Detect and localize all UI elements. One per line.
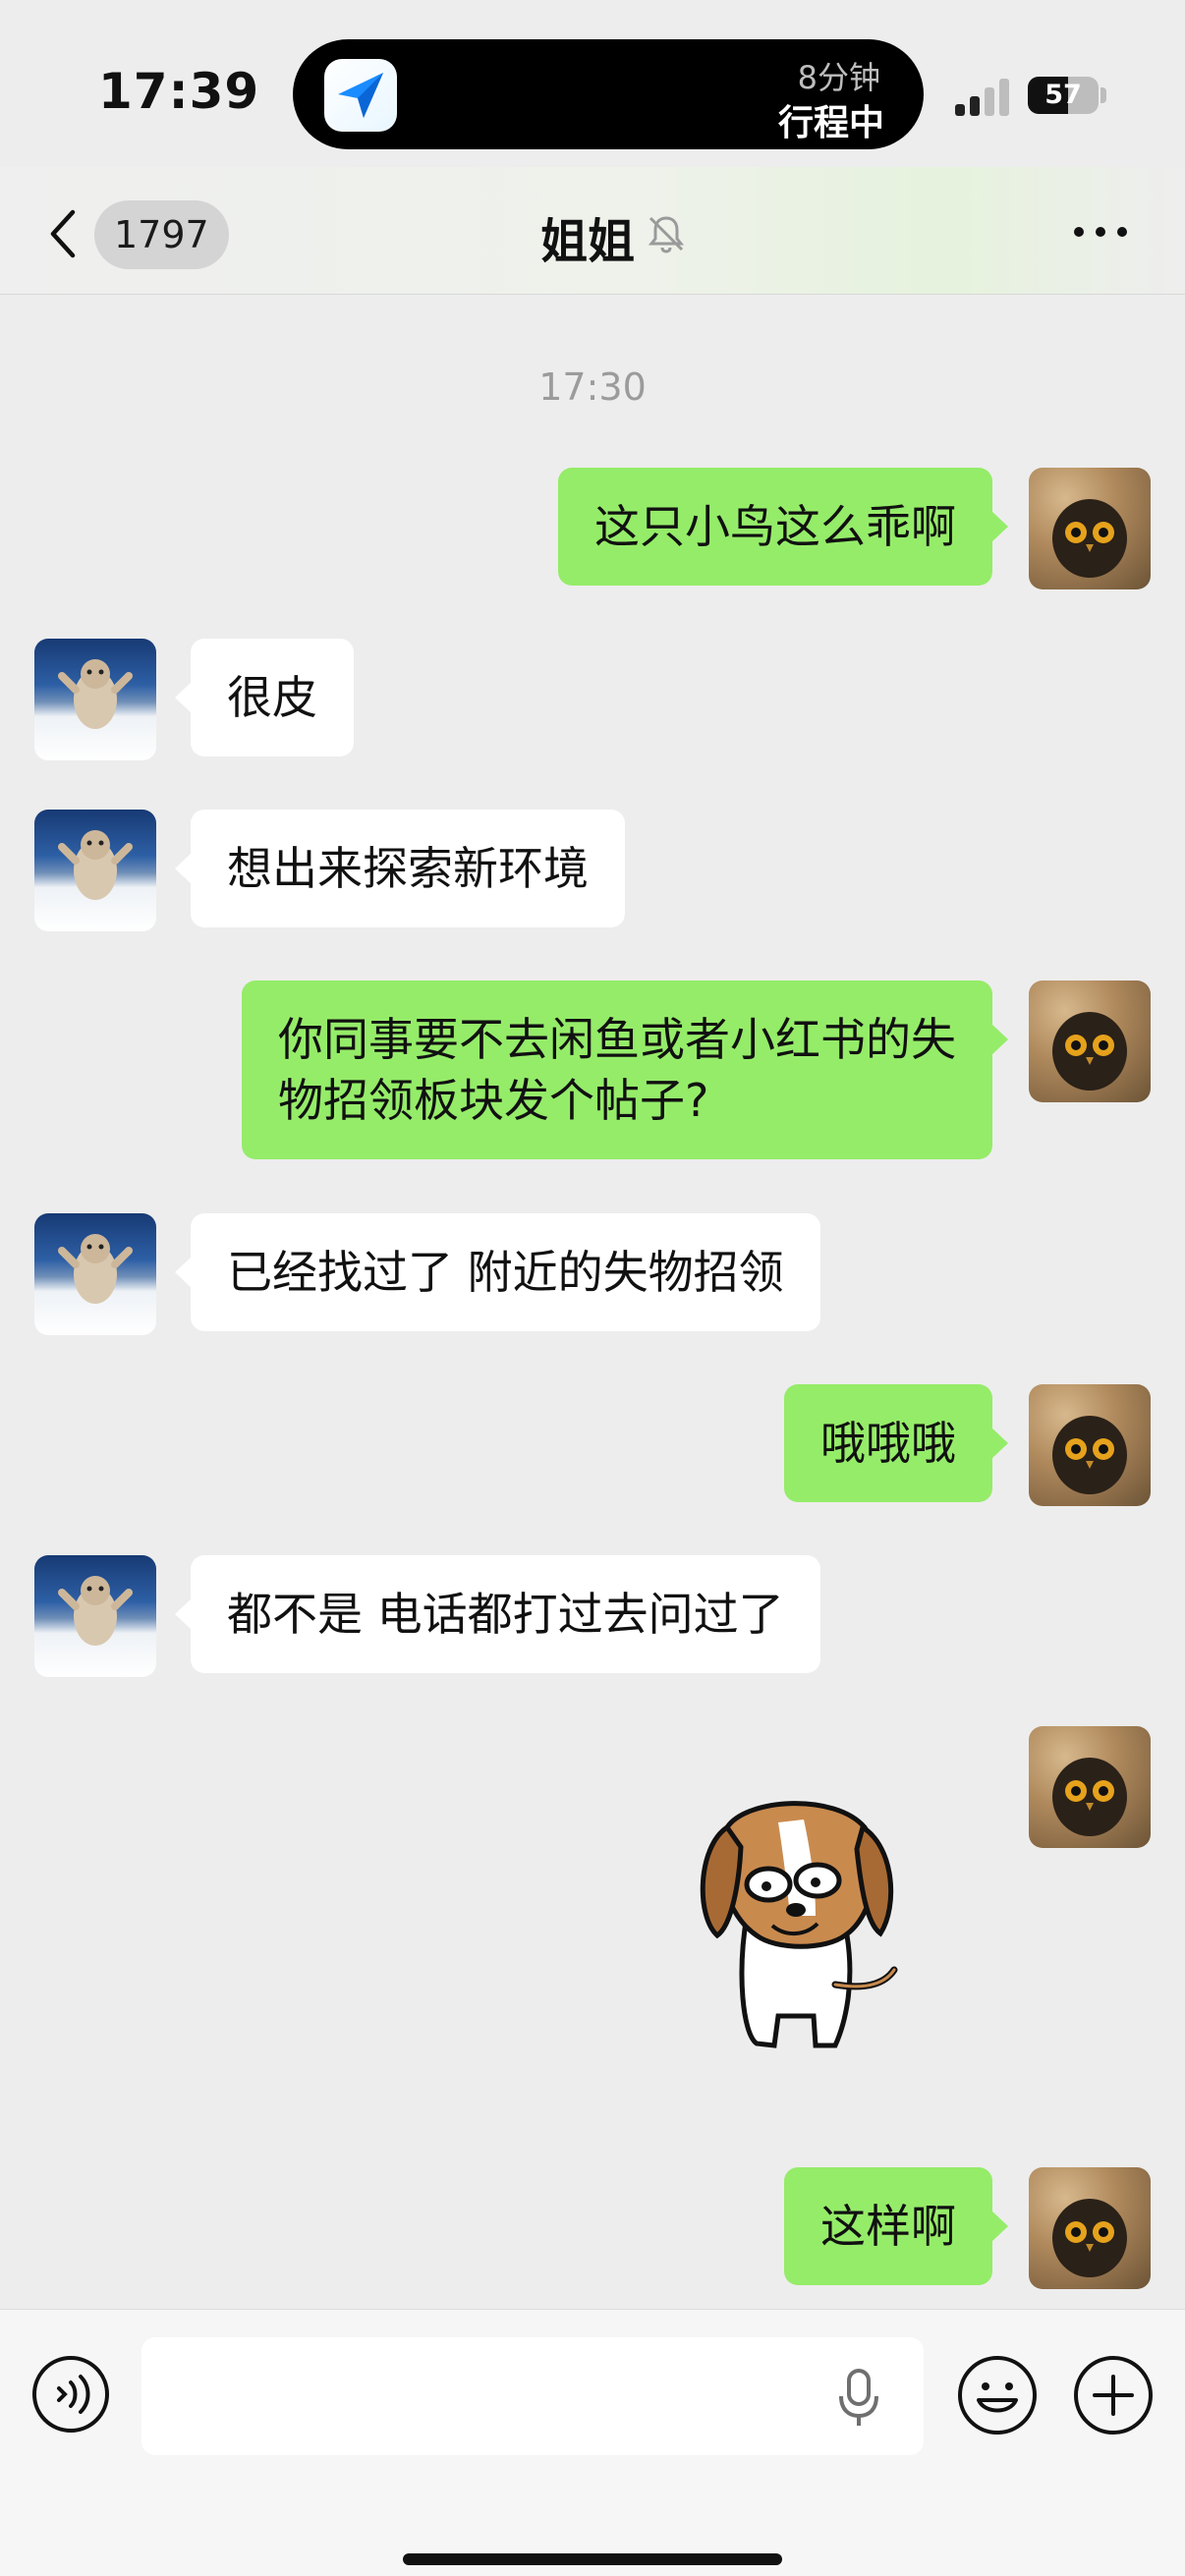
cellular-signal-icon xyxy=(955,77,1012,116)
chat-header: 1797 姐姐 xyxy=(0,167,1185,295)
voice-icon[interactable] xyxy=(31,2355,110,2434)
battery-level: 57 xyxy=(1044,80,1082,110)
message-bubble-outgoing[interactable]: 你同事要不去闲鱼或者小红书的失 物招领板块发个帖子? xyxy=(242,980,1008,1159)
message-bubble-incoming[interactable]: 很皮 xyxy=(175,639,354,756)
microphone-icon[interactable] xyxy=(837,2367,880,2430)
message-bubble-outgoing[interactable]: 哦哦哦 xyxy=(784,1384,1008,1502)
my-avatar[interactable] xyxy=(1029,468,1151,589)
more-options-icon[interactable] xyxy=(1071,222,1130,242)
my-avatar[interactable] xyxy=(1029,980,1151,1102)
contact-avatar[interactable] xyxy=(34,639,156,760)
trip-status: 行程中 xyxy=(777,103,884,143)
contact-avatar[interactable] xyxy=(34,1213,156,1335)
contact-avatar[interactable] xyxy=(34,1555,156,1677)
message-bubble-incoming[interactable]: 想出来探索新环境 xyxy=(175,810,625,927)
battery-icon: 57 xyxy=(1028,77,1099,114)
back-chevron-icon[interactable] xyxy=(43,206,83,261)
message-bubble-outgoing[interactable]: 这只小鸟这么乖啊 xyxy=(558,468,1008,586)
my-avatar[interactable] xyxy=(1029,1726,1151,1848)
message-input[interactable] xyxy=(141,2337,924,2455)
message-bubble-incoming[interactable]: 都不是 电话都打过去问过了 xyxy=(175,1555,820,1673)
message-bubble-incoming[interactable]: 已经找过了 附近的失物招领 xyxy=(175,1213,820,1331)
battery-tip xyxy=(1100,87,1106,103)
message-timestamp: 17:30 xyxy=(538,365,647,409)
chat-title: 姐姐 xyxy=(540,214,636,269)
home-indicator[interactable] xyxy=(403,2553,782,2565)
emoji-icon[interactable] xyxy=(957,2355,1038,2436)
plus-icon[interactable] xyxy=(1073,2355,1154,2436)
trip-eta: 8分钟 xyxy=(797,59,880,96)
beagle-dog-sticker[interactable] xyxy=(688,1788,924,2073)
contact-avatar[interactable] xyxy=(34,810,156,931)
dynamic-island[interactable]: 8分钟 行程中 xyxy=(293,39,924,149)
unread-count-badge[interactable]: 1797 xyxy=(94,200,229,269)
status-time: 17:39 xyxy=(98,63,260,120)
chat-screen: 17:39 8分钟 行程中 57 1797 姐姐 17:30 这只小鸟这么乖啊 … xyxy=(0,0,1185,2576)
message-bubble-outgoing[interactable]: 这样啊 xyxy=(784,2167,1008,2285)
paper-plane-icon xyxy=(324,59,397,132)
mute-bell-icon xyxy=(648,216,685,253)
my-avatar[interactable] xyxy=(1029,1384,1151,1506)
my-avatar[interactable] xyxy=(1029,2167,1151,2289)
input-bar xyxy=(0,2309,1185,2576)
message-list[interactable]: 17:30 这只小鸟这么乖啊 很皮 想出来探索新环境 你同事要不去闲鱼或者小红书… xyxy=(0,295,1185,2309)
status-bar: 17:39 8分钟 行程中 57 xyxy=(0,0,1185,167)
